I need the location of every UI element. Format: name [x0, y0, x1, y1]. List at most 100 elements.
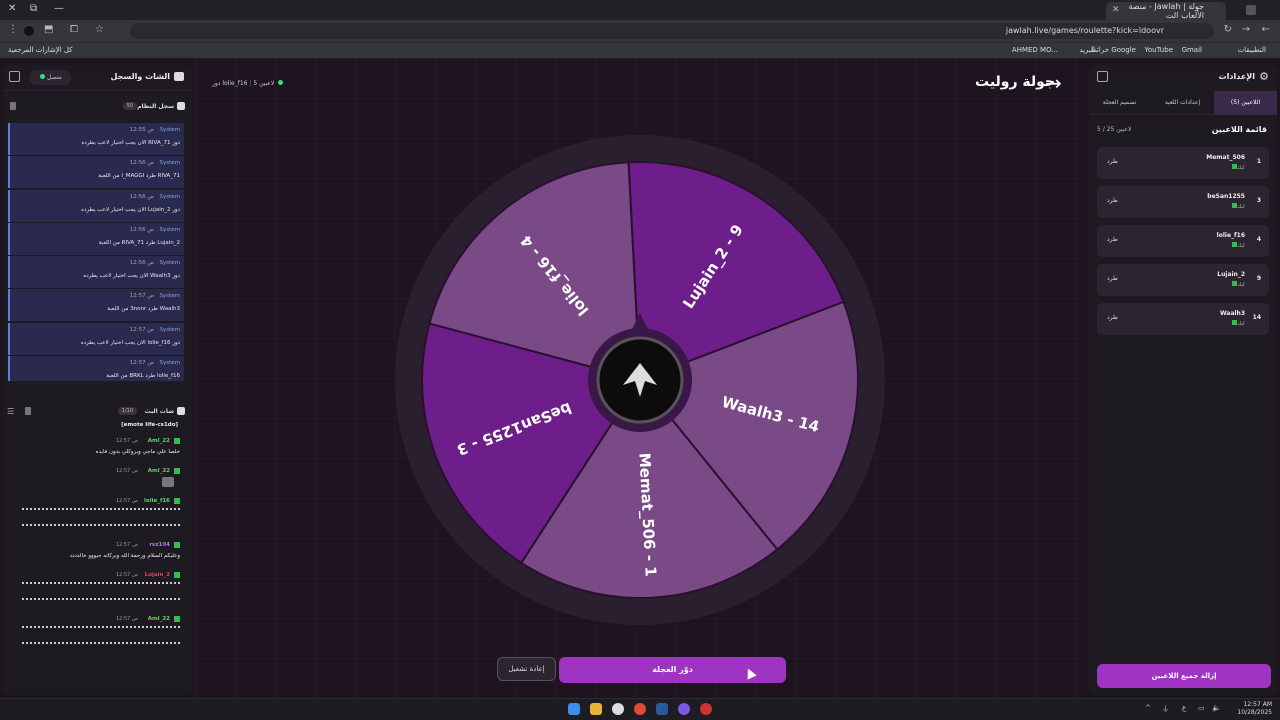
close-window-icon[interactable]: ✕	[8, 3, 16, 14]
emote-spam	[22, 582, 180, 600]
chat-time: 12:57 ص	[115, 438, 138, 444]
mic-icon[interactable]: ⏚	[1162, 704, 1169, 714]
log-icon	[177, 102, 185, 110]
kick-player-button[interactable]: طرد	[1107, 275, 1118, 282]
chat-time: 12:57 ص	[115, 498, 138, 504]
start-menu-icon[interactable]	[568, 703, 580, 715]
player-name: Lujain_2	[1217, 271, 1245, 278]
online-dot-icon	[40, 74, 46, 79]
chat-username[interactable]: Aml_22	[148, 468, 170, 474]
kick-player-button[interactable]: طرد	[1107, 236, 1118, 243]
kick-player-button[interactable]: طرد	[1107, 158, 1118, 165]
chat-message: Aml_22 12:57 ص	[8, 468, 184, 490]
address-bar-row: ⋮ ⬒ ⧠ ☆ jawlah.live/games/roulette?kick=…	[0, 20, 1280, 42]
log-time: 12:56 ص	[129, 160, 154, 167]
platform-label: كيك	[1236, 165, 1245, 171]
clock-time: 12:57 AM	[1243, 701, 1272, 708]
remove-all-players-button[interactable]: إزالة جميع اللاعبين	[1097, 664, 1271, 688]
tab-players[interactable]: اللاعبين (5)	[1214, 91, 1277, 115]
reload-icon[interactable]: ↻	[1224, 24, 1232, 35]
player-row: 14 Waalh3 كيك طرد	[1097, 303, 1269, 335]
players-count-label: 5 لاعبين	[253, 80, 275, 87]
network-icon[interactable]: ▭	[1198, 704, 1205, 712]
chat-username[interactable]: Aml_22	[148, 616, 170, 622]
chat-message: Lujain_2 12:57 ص	[8, 572, 184, 608]
chat-username[interactable]: Aml_22	[148, 438, 170, 444]
language-indicator[interactable]: ع	[1182, 704, 1186, 712]
kick-badge-icon	[174, 542, 180, 548]
bookmarks-bar: التطبيقات Gmail YouTube خرائط Google الب…	[0, 42, 1280, 58]
chat-time: 12:57 ص	[115, 572, 138, 578]
log-source: System	[159, 293, 180, 300]
bookmark-all[interactable]: كل الإشارات المرجعية	[8, 46, 73, 54]
kick-player-button[interactable]: طرد	[1107, 314, 1118, 321]
chat-trash-icon[interactable]	[25, 407, 31, 415]
system-log-entry: System 12:57 ص Waalh3 طرد 3nonr من اللعب…	[8, 289, 184, 322]
bookmark-ahmed[interactable]: AHMED MO...	[1012, 46, 1058, 54]
clock[interactable]: 12:57 AM 10/28/2025	[1237, 701, 1272, 717]
bookmark-apps[interactable]: التطبيقات	[1238, 46, 1266, 54]
app-icon[interactable]	[700, 703, 712, 715]
bookmark-youtube[interactable]: YouTube	[1145, 46, 1173, 54]
system-log-entry: System 12:56 ص دور Lujain_2 الان يجب اخت…	[8, 189, 184, 222]
log-source: System	[159, 193, 180, 200]
list-icon[interactable]: ☰	[7, 407, 14, 416]
bookmark-gmail[interactable]: Gmail	[1182, 46, 1202, 54]
discord-icon[interactable]	[678, 703, 690, 715]
collapse-panel-icon[interactable]	[9, 71, 20, 82]
bookmark-star-icon[interactable]: ☆	[95, 24, 104, 35]
tab-title: جولة | Jawlah - منصة الألعاب الت	[1128, 2, 1205, 20]
log-message: دور Waalh3 الان يجب اختيار لاعب يطرده	[83, 273, 180, 280]
collapse-settings-icon[interactable]	[1097, 71, 1108, 82]
chat-time: 12:57 ص	[115, 468, 138, 474]
emote-image	[162, 477, 174, 487]
site-favicon-icon	[1246, 5, 1256, 15]
system-log-entry: System 12:56 ص RIVA_71 طرد I_MAGGI من ال…	[8, 156, 184, 189]
restart-button[interactable]: إعادة تشغيل	[497, 657, 556, 681]
url-field[interactable]: jawlah.live/games/roulette?kick=ldoovr	[130, 23, 1214, 39]
system-log-entry: System 12:56 ص Lujain_2 طرد RIVA_71 من ا…	[8, 222, 184, 255]
forward-icon[interactable]: →	[1242, 24, 1250, 35]
log-source: System	[159, 326, 180, 333]
tab-wheel-design[interactable]: تصميم العجلة	[1089, 91, 1151, 115]
settings-app-icon[interactable]	[612, 703, 624, 715]
emote-spam	[22, 626, 180, 644]
system-log-entry: System 12:57 ص دور lolie_f16 الان يجب اخ…	[8, 322, 184, 355]
platform-label: كيك	[1236, 204, 1245, 210]
online-label: متصل	[47, 74, 62, 81]
minimize-window-icon[interactable]: —	[54, 3, 64, 14]
bookmark-mail[interactable]: البريد	[1079, 46, 1095, 54]
chat-username[interactable]: Lujain_2	[145, 572, 170, 578]
restore-window-icon[interactable]: ⧉	[30, 3, 37, 14]
back-icon[interactable]: ←	[1262, 24, 1270, 35]
tray-expand-icon[interactable]: ^	[1145, 704, 1151, 712]
chat-message: Aml_22 12:57 ص	[8, 616, 184, 652]
extension-icon[interactable]: ⬒	[44, 24, 53, 35]
close-tab-icon[interactable]: ✕	[1112, 5, 1120, 15]
kick-badge-icon	[174, 468, 180, 474]
settings-tabs: اللاعبين (5) إعدادات اللعبة تصميم العجلة	[1089, 91, 1277, 115]
stream-chat-count: 1/10	[117, 407, 137, 415]
steam-icon[interactable]	[656, 703, 668, 715]
menu-dots-icon[interactable]: ⋮	[8, 24, 18, 35]
game-status: دور lolie_f16 | 5 لاعبين	[212, 80, 284, 87]
roulette-wheel[interactable]: lolie_f16 - 4 Lujain_2 - 9 Waalh3 - 14 Mema…	[395, 135, 885, 625]
player-platform: كيك	[1230, 281, 1245, 288]
system-log-entry: System 12:56 ص دور Waalh3 الان يجب اختيا…	[8, 256, 184, 289]
kick-player-button[interactable]: طرد	[1107, 197, 1118, 204]
chat-text: وعليكم السلام ورحمة الله وبركاته حيووو خ…	[69, 553, 180, 559]
browser-tab[interactable]: ✕ جولة | Jawlah - منصة الألعاب الت	[1106, 2, 1226, 20]
profile-icon[interactable]	[24, 26, 34, 36]
trash-icon[interactable]	[10, 102, 16, 110]
log-time: 12:56 ص	[129, 193, 154, 200]
kick-badge-icon	[174, 616, 180, 622]
bookmark-maps[interactable]: خرائط Google	[1090, 46, 1136, 54]
system-log-entry: System 12:57 ص lolie_f16 طرد BRKL من الل…	[8, 356, 184, 381]
extensions-puzzle-icon[interactable]: ⧠	[70, 24, 78, 35]
tab-game-settings[interactable]: إعدادات اللعبة	[1151, 91, 1214, 115]
volume-icon[interactable]: 🔈	[1212, 704, 1221, 712]
file-explorer-icon[interactable]	[590, 703, 602, 715]
chat-username[interactable]: lolie_f16	[144, 498, 170, 504]
chat-username[interactable]: rsz104	[149, 542, 170, 548]
chrome-icon[interactable]	[634, 703, 646, 715]
